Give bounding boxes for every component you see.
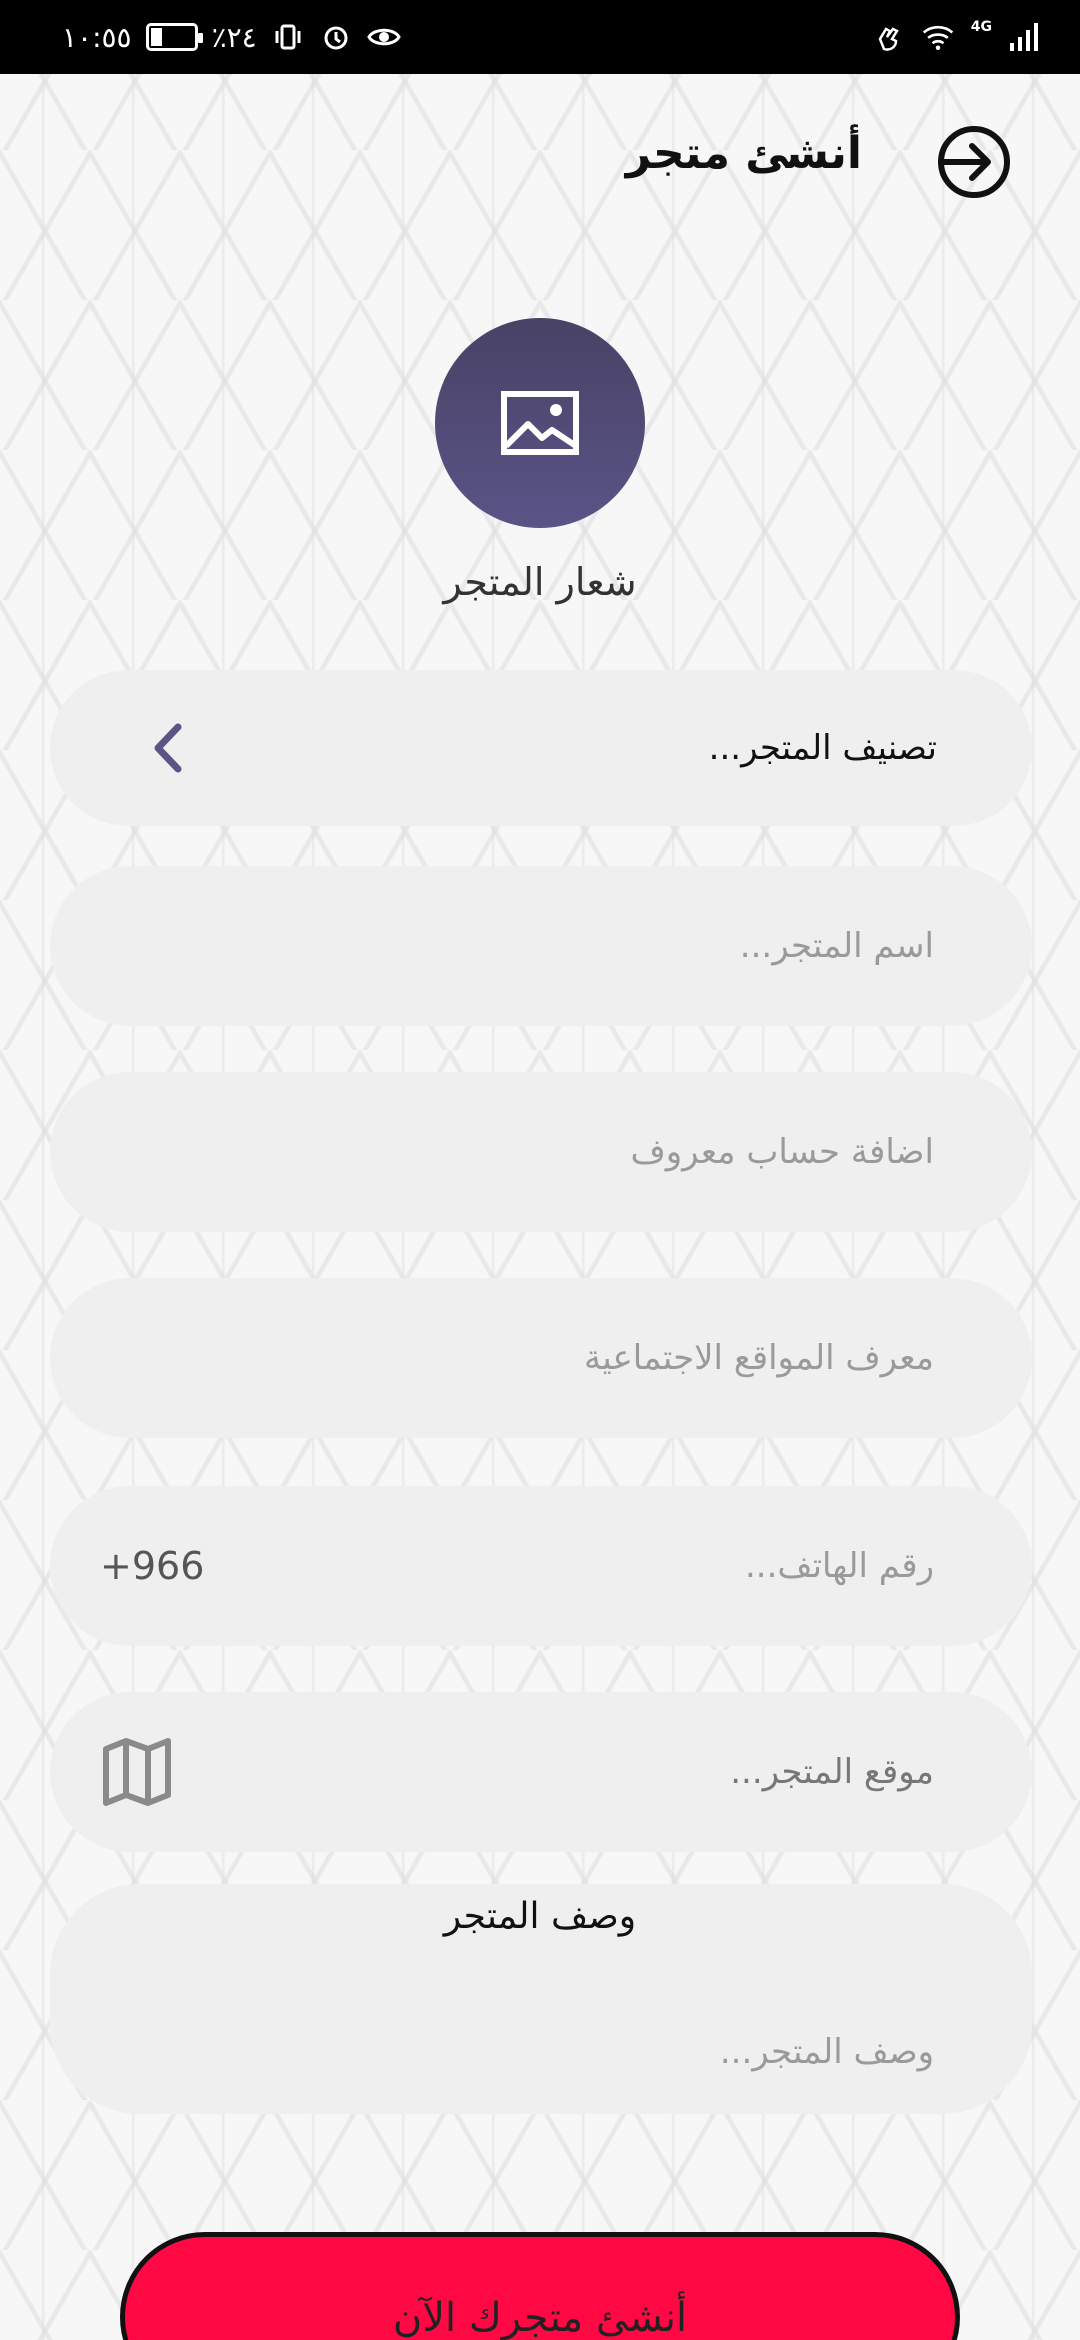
alarm-icon <box>319 20 353 54</box>
logo-label: شعار المتجر <box>443 560 637 604</box>
description-placeholder: وصف المتجر... <box>719 2032 934 2072</box>
battery-icon <box>145 23 203 51</box>
exit-arrow-icon <box>938 126 1010 198</box>
wifi-icon <box>921 20 955 54</box>
social-id-field[interactable]: معرف المواقع الاجتماعية <box>50 1278 1032 1438</box>
known-account-field[interactable]: اضافة حساب معروف <box>50 1072 1032 1232</box>
store-name-placeholder: اسم المتجر... <box>739 926 934 966</box>
exit-button[interactable] <box>936 124 1012 200</box>
store-name-field[interactable]: اسم المتجر... <box>50 866 1032 1026</box>
hand-icon <box>871 20 905 54</box>
network-type: 4G <box>970 19 992 35</box>
vibrate-icon <box>271 20 305 54</box>
eye-icon <box>367 20 401 54</box>
category-label: تصنيف المتجر... <box>708 728 937 768</box>
status-time: ١٠:٥٥ <box>62 20 132 54</box>
location-placeholder: موقع المتجر... <box>730 1752 934 1792</box>
status-bar: ١٠:٥٥ ٪٢٤ 4G <box>0 0 1080 74</box>
chevron-left-icon <box>150 723 184 773</box>
logo-upload-button[interactable] <box>435 318 645 528</box>
page-title: أنشئ متجر <box>625 128 862 179</box>
location-field[interactable]: موقع المتجر... <box>50 1692 1032 1852</box>
create-store-label: أنشئ متجرك الآن <box>392 2295 688 2340</box>
country-code: +966 <box>100 1544 205 1588</box>
category-dropdown[interactable]: تصنيف المتجر... <box>50 670 1032 826</box>
image-icon <box>501 391 579 455</box>
status-right: 4G <box>871 19 1042 54</box>
phone-placeholder: ...رقم الهاتف <box>744 1546 934 1586</box>
status-left: ١٠:٥٥ ٪٢٤ <box>62 20 401 54</box>
battery-percent: ٪٢٤ <box>211 20 257 54</box>
create-store-button[interactable]: أنشئ متجرك الآن <box>120 2232 960 2340</box>
signal-icon <box>1008 20 1042 54</box>
map-icon[interactable] <box>102 1737 172 1807</box>
description-title: وصف المتجر <box>443 1896 637 1937</box>
known-account-placeholder: اضافة حساب معروف <box>630 1132 934 1172</box>
social-id-placeholder: معرف المواقع الاجتماعية <box>584 1338 934 1378</box>
phone-field[interactable]: +966 ...رقم الهاتف <box>50 1486 1032 1646</box>
